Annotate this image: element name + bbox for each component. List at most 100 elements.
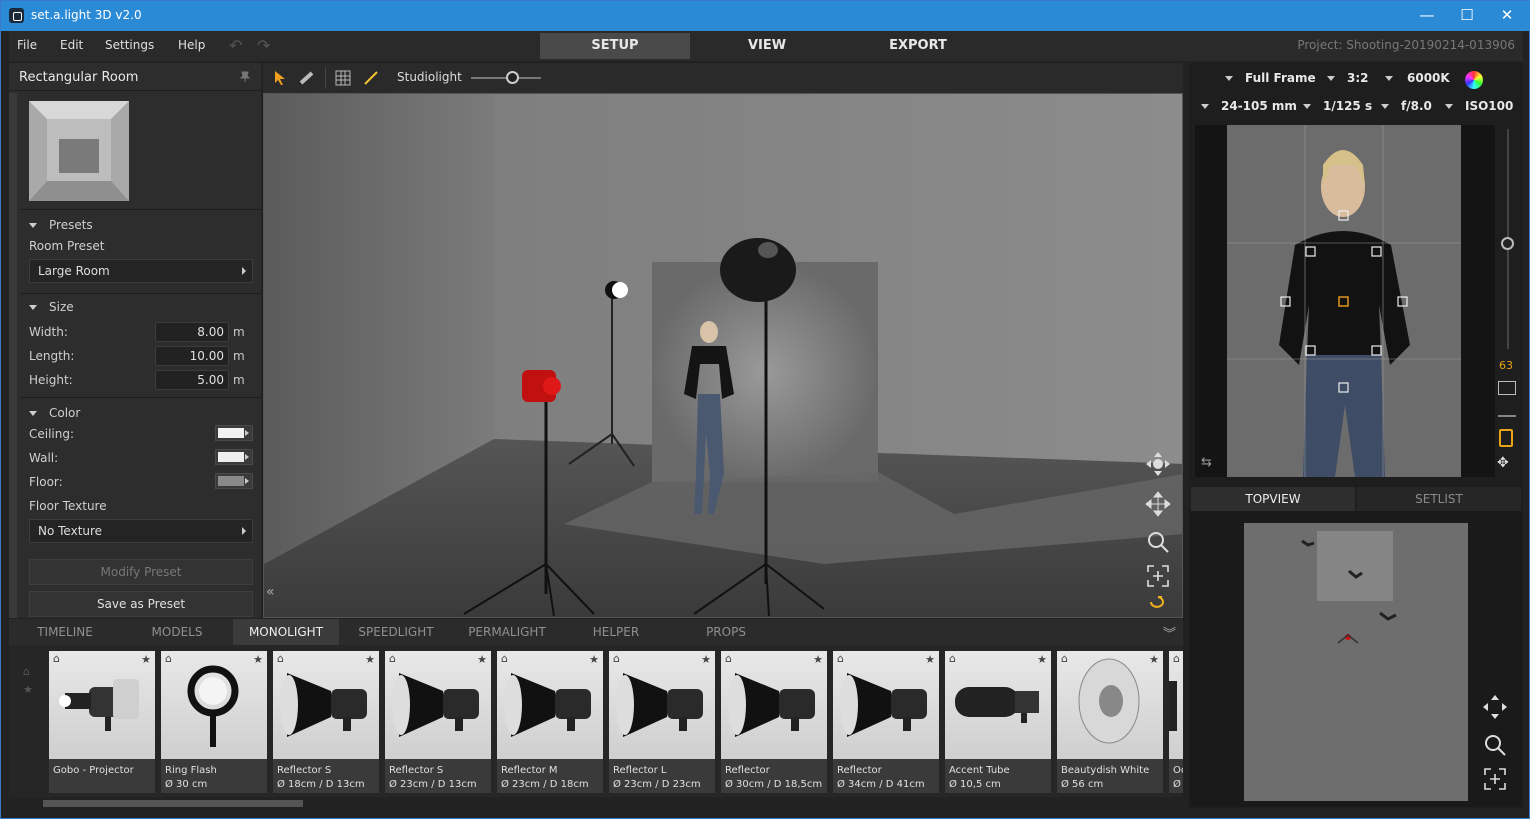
3d-viewport[interactable]: « xyxy=(263,93,1183,618)
height-input[interactable]: 5.00 xyxy=(155,370,229,390)
tab-topview[interactable]: TOPVIEW xyxy=(1191,487,1355,511)
chevron-down-icon[interactable] xyxy=(1445,104,1453,109)
collapse-size-icon[interactable] xyxy=(29,305,37,310)
light-card[interactable]: ⌂★OcØ xyxy=(1169,651,1183,793)
save-as-preset-button[interactable]: Save as Preset xyxy=(29,591,253,617)
tab-monolight[interactable]: MONOLIGHT xyxy=(233,619,339,645)
menu-file[interactable]: File xyxy=(17,38,37,52)
favorite-star-icon[interactable]: ★ xyxy=(701,653,711,666)
light-card[interactable]: ⌂ ★ Gobo - Projector xyxy=(49,651,155,793)
histogram-icon[interactable] xyxy=(1498,407,1516,417)
zoom-slider-handle[interactable] xyxy=(1501,237,1514,250)
home-icon[interactable]: ⌂ xyxy=(165,652,172,665)
light-card[interactable]: ⌂ ★ Reflector Ø 30cm / D 18,5cm xyxy=(721,651,827,793)
tab-speedlight[interactable]: SPEEDLIGHT xyxy=(349,619,443,645)
camera-preview[interactable]: ⇆ xyxy=(1195,125,1495,477)
topview-pan-icon[interactable] xyxy=(1481,693,1509,721)
collapse-left-panel-icon[interactable]: « xyxy=(266,584,275,600)
modify-preset-button[interactable]: Modify Preset xyxy=(29,559,253,585)
favorite-star-icon[interactable]: ★ xyxy=(141,653,151,666)
light-card[interactable]: ⌂ ★ Accent Tube Ø 10,5 cm xyxy=(945,651,1051,793)
light-card[interactable]: ⌂ ★ Reflector M Ø 23cm / D 18cm xyxy=(497,651,603,793)
home-icon[interactable]: ⌂ xyxy=(501,652,508,665)
light-card[interactable]: ⌂ ★ Ring Flash Ø 30 cm xyxy=(161,651,267,793)
tab-setlist[interactable]: SETLIST xyxy=(1357,487,1521,511)
home-icon[interactable]: ⌂ xyxy=(949,652,956,665)
redo-icon[interactable]: ↷ xyxy=(257,36,270,55)
aperture-select[interactable]: f/8.0 xyxy=(1401,99,1432,113)
iso-select[interactable]: ISO100 xyxy=(1465,99,1513,113)
tab-setup[interactable]: SETUP xyxy=(540,33,690,59)
undo-icon[interactable]: ↶ xyxy=(229,36,242,55)
camera-move-icon[interactable]: ✥ xyxy=(1497,455,1509,471)
menu-settings[interactable]: Settings xyxy=(105,38,154,52)
home-icon[interactable]: ⌂ xyxy=(1173,652,1180,665)
floor-texture-dropdown[interactable]: No Texture xyxy=(29,519,253,543)
favorite-star-icon[interactable]: ★ xyxy=(253,653,263,666)
minimize-button[interactable]: — xyxy=(1407,4,1447,28)
home-icon[interactable]: ⌂ xyxy=(53,652,60,665)
pan-icon[interactable] xyxy=(1144,490,1172,518)
gallery-scrollbar-thumb[interactable] xyxy=(43,800,303,807)
chevron-down-icon[interactable] xyxy=(1225,76,1233,81)
favorite-star-icon[interactable]: ★ xyxy=(1037,653,1047,666)
ceiling-color-picker[interactable] xyxy=(215,425,253,441)
pin-icon[interactable] xyxy=(239,71,251,83)
gallery-scrollbar[interactable] xyxy=(9,797,1183,809)
tab-export[interactable]: EXPORT xyxy=(843,33,993,59)
collapse-gallery-icon[interactable]: ︾ xyxy=(1163,623,1176,642)
home-filter-icon[interactable]: ⌂ xyxy=(23,665,30,678)
favorite-star-icon[interactable]: ★ xyxy=(813,653,823,666)
menu-help[interactable]: Help xyxy=(178,38,205,52)
home-icon[interactable]: ⌂ xyxy=(1061,652,1068,665)
tab-timeline[interactable]: TIMELINE xyxy=(23,619,107,645)
zoom-icon[interactable] xyxy=(1146,530,1170,554)
white-balance-select[interactable]: 6000K xyxy=(1407,71,1450,85)
home-icon[interactable]: ⌂ xyxy=(389,652,396,665)
favorite-star-icon[interactable]: ★ xyxy=(589,653,599,666)
orientation-icon[interactable] xyxy=(1499,429,1513,447)
length-input[interactable]: 10.00 xyxy=(155,346,229,366)
light-card[interactable]: ⌂ ★ Reflector Ø 34cm / D 41cm xyxy=(833,651,939,793)
tab-props[interactable]: PROPS xyxy=(691,619,761,645)
line-tool-icon[interactable] xyxy=(363,70,379,86)
grid-icon[interactable] xyxy=(335,70,351,86)
favorites-filter-icon[interactable]: ★ xyxy=(23,683,33,696)
tab-view[interactable]: VIEW xyxy=(692,33,842,59)
chevron-down-icon[interactable] xyxy=(1201,104,1209,109)
tab-models[interactable]: MODELS xyxy=(135,619,219,645)
light-card[interactable]: ⌂ ★ Reflector L Ø 23cm / D 23cm xyxy=(609,651,715,793)
shutter-select[interactable]: 1/125 s xyxy=(1323,99,1372,113)
tab-permalight[interactable]: PERMALIGHT xyxy=(459,619,555,645)
room-preset-dropdown[interactable]: Large Room xyxy=(29,259,253,283)
light-card[interactable]: ⌂ ★ Beautydish White Ø 56 cm xyxy=(1057,651,1163,793)
home-icon[interactable]: ⌂ xyxy=(837,652,844,665)
tab-helper[interactable]: HELPER xyxy=(579,619,653,645)
chevron-down-icon[interactable] xyxy=(1303,104,1311,109)
select-arrow-icon[interactable] xyxy=(273,70,287,86)
maximize-button[interactable]: ☐ xyxy=(1447,4,1487,28)
orbit-icon[interactable] xyxy=(1144,450,1172,478)
reset-view-icon[interactable] xyxy=(1148,594,1168,610)
collapse-color-icon[interactable] xyxy=(29,411,37,416)
chevron-down-icon[interactable] xyxy=(1327,76,1335,81)
topview-map[interactable] xyxy=(1244,523,1468,801)
color-wheel-icon[interactable] xyxy=(1465,71,1483,89)
home-icon[interactable]: ⌂ xyxy=(613,652,620,665)
favorite-star-icon[interactable]: ★ xyxy=(1149,653,1159,666)
studiolight-slider-handle[interactable] xyxy=(506,71,519,84)
light-card[interactable]: ⌂ ★ Reflector S Ø 23cm / D 13cm xyxy=(385,651,491,793)
menu-edit[interactable]: Edit xyxy=(60,38,83,52)
topview-fit-icon[interactable] xyxy=(1483,767,1507,791)
lens-select[interactable]: 24-105 mm xyxy=(1221,99,1297,113)
favorite-star-icon[interactable]: ★ xyxy=(365,653,375,666)
light-card[interactable]: ⌂ ★ Reflector S Ø 18cm / D 13cm xyxy=(273,651,379,793)
sensor-format-select[interactable]: Full Frame xyxy=(1245,71,1316,85)
left-panel-scrollbar[interactable] xyxy=(9,93,17,618)
home-icon[interactable]: ⌂ xyxy=(277,652,284,665)
fit-view-icon[interactable] xyxy=(1146,564,1170,588)
home-icon[interactable]: ⌂ xyxy=(725,652,732,665)
chevron-down-icon[interactable] xyxy=(1381,104,1389,109)
favorite-star-icon[interactable]: ★ xyxy=(925,653,935,666)
chevron-down-icon[interactable] xyxy=(1385,76,1393,81)
